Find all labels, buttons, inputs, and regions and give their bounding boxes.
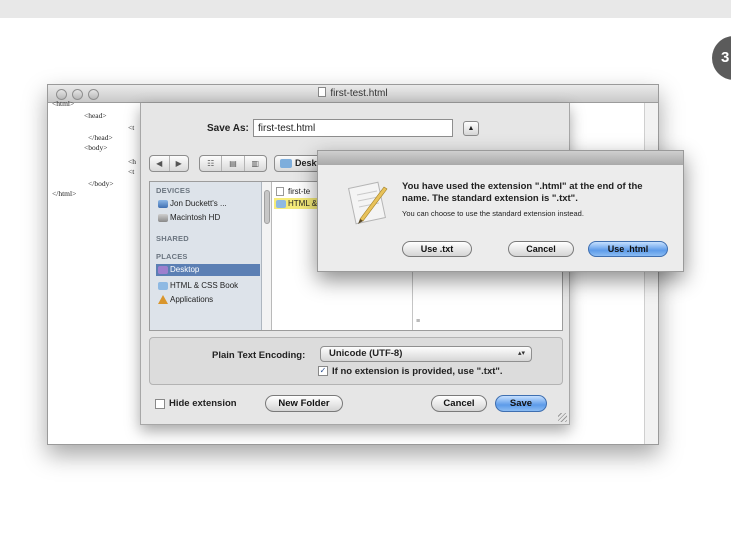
- column-view-icon[interactable]: ▥: [245, 156, 266, 171]
- sidebar-item-label: Jon Duckett's ...: [170, 199, 227, 208]
- alert-cancel-button[interactable]: Cancel: [508, 241, 574, 257]
- step-number-badge: 3: [712, 36, 731, 80]
- sidebar-item-applications[interactable]: Applications: [156, 294, 260, 306]
- save-as-label: Save As:: [207, 123, 249, 134]
- code-fragment: <h: [128, 157, 136, 166]
- applications-icon: [158, 295, 168, 304]
- sheet-cancel-button[interactable]: Cancel: [431, 395, 487, 412]
- hide-extension-checkbox[interactable]: [155, 399, 165, 409]
- encoding-value: Unicode (UTF-8): [329, 348, 403, 359]
- top-bar: [0, 0, 731, 18]
- document-icon: [276, 187, 284, 196]
- sidebar-header-places: PLACES: [156, 252, 188, 261]
- code-fragment: <t: [128, 123, 135, 132]
- extension-alert-dialog: You have used the extension ".html" at t…: [317, 150, 684, 272]
- view-mode-control[interactable]: ☷ ▤ ▥: [199, 155, 267, 172]
- sidebar-item-label: Macintosh HD: [170, 213, 221, 222]
- sidebar-item-macintosh-hd[interactable]: Macintosh HD: [156, 212, 260, 224]
- sidebar-item-label: HTML & CSS Book: [170, 281, 239, 290]
- resize-grip-icon[interactable]: [558, 413, 567, 422]
- folder-icon: [158, 282, 168, 290]
- hide-extension-label: Hide extension: [169, 398, 237, 409]
- computer-icon: [158, 200, 168, 208]
- sidebar-item-desktop[interactable]: Desktop: [156, 264, 260, 276]
- icon-view-icon[interactable]: ☷: [200, 156, 223, 171]
- forward-icon[interactable]: ▶: [170, 156, 189, 171]
- desktop-icon: [158, 266, 168, 274]
- use-txt-button[interactable]: Use .txt: [402, 241, 472, 257]
- filename-input[interactable]: [253, 119, 453, 137]
- column-resize-mark: ≡: [416, 318, 421, 325]
- code-line: <body>: [84, 143, 108, 152]
- alert-title: You have used the extension ".html" at t…: [402, 181, 643, 204]
- use-html-button[interactable]: Use .html: [588, 241, 668, 257]
- code-fragment: <t: [128, 167, 135, 176]
- textedit-icon: [347, 181, 388, 225]
- folder-icon: [280, 159, 292, 168]
- sidebar-scroll-thumb[interactable]: [264, 190, 270, 224]
- new-folder-button[interactable]: New Folder: [265, 395, 343, 412]
- expand-sheet-button[interactable]: ▲: [463, 121, 479, 136]
- window-title: first-test.html: [330, 88, 388, 99]
- alert-message: You can choose to use the standard exten…: [402, 209, 584, 218]
- code-line: </head>: [88, 133, 113, 142]
- browser-sidebar: DEVICES Jon Duckett's ... Macintosh HD S…: [150, 182, 262, 330]
- document-icon: [318, 87, 327, 97]
- save-button[interactable]: Save: [495, 395, 547, 412]
- window-titlebar[interactable]: first-test.html: [48, 85, 658, 103]
- list-view-icon[interactable]: ▤: [222, 156, 245, 171]
- encoding-options-box: Plain Text Encoding: Unicode (UTF-8) ▴▾ …: [149, 337, 563, 385]
- file-name: first-te: [288, 187, 311, 196]
- sidebar-header-shared[interactable]: SHARED: [156, 234, 189, 243]
- sidebar-item-html-css-book[interactable]: HTML & CSS Book: [156, 280, 260, 292]
- sidebar-item-jon-duckett[interactable]: Jon Duckett's ...: [156, 198, 260, 210]
- sidebar-header-devices: DEVICES: [156, 186, 191, 195]
- hard-drive-icon: [158, 214, 168, 222]
- back-icon[interactable]: ◀: [150, 156, 170, 171]
- alert-title-strip: [318, 151, 683, 165]
- extension-checkbox-label: If no extension is provided, use ".txt".: [332, 366, 503, 377]
- file-name: HTML &: [288, 199, 318, 208]
- code-line: <head>: [84, 111, 107, 120]
- popup-arrows-icon: ▴▾: [517, 350, 525, 357]
- code-line: </html>: [52, 189, 77, 198]
- nav-back-forward-control[interactable]: ◀ ▶: [149, 155, 189, 172]
- sidebar-item-label: Desktop: [170, 265, 200, 274]
- folder-icon: [276, 200, 286, 208]
- code-line: </body>: [88, 179, 114, 188]
- encoding-label: Plain Text Encoding:: [212, 350, 306, 361]
- extension-checkbox[interactable]: ✓: [318, 366, 328, 376]
- encoding-popup[interactable]: Unicode (UTF-8) ▴▾: [320, 346, 532, 362]
- sidebar-item-label: Applications: [170, 295, 214, 304]
- code-line: <html>: [52, 99, 75, 108]
